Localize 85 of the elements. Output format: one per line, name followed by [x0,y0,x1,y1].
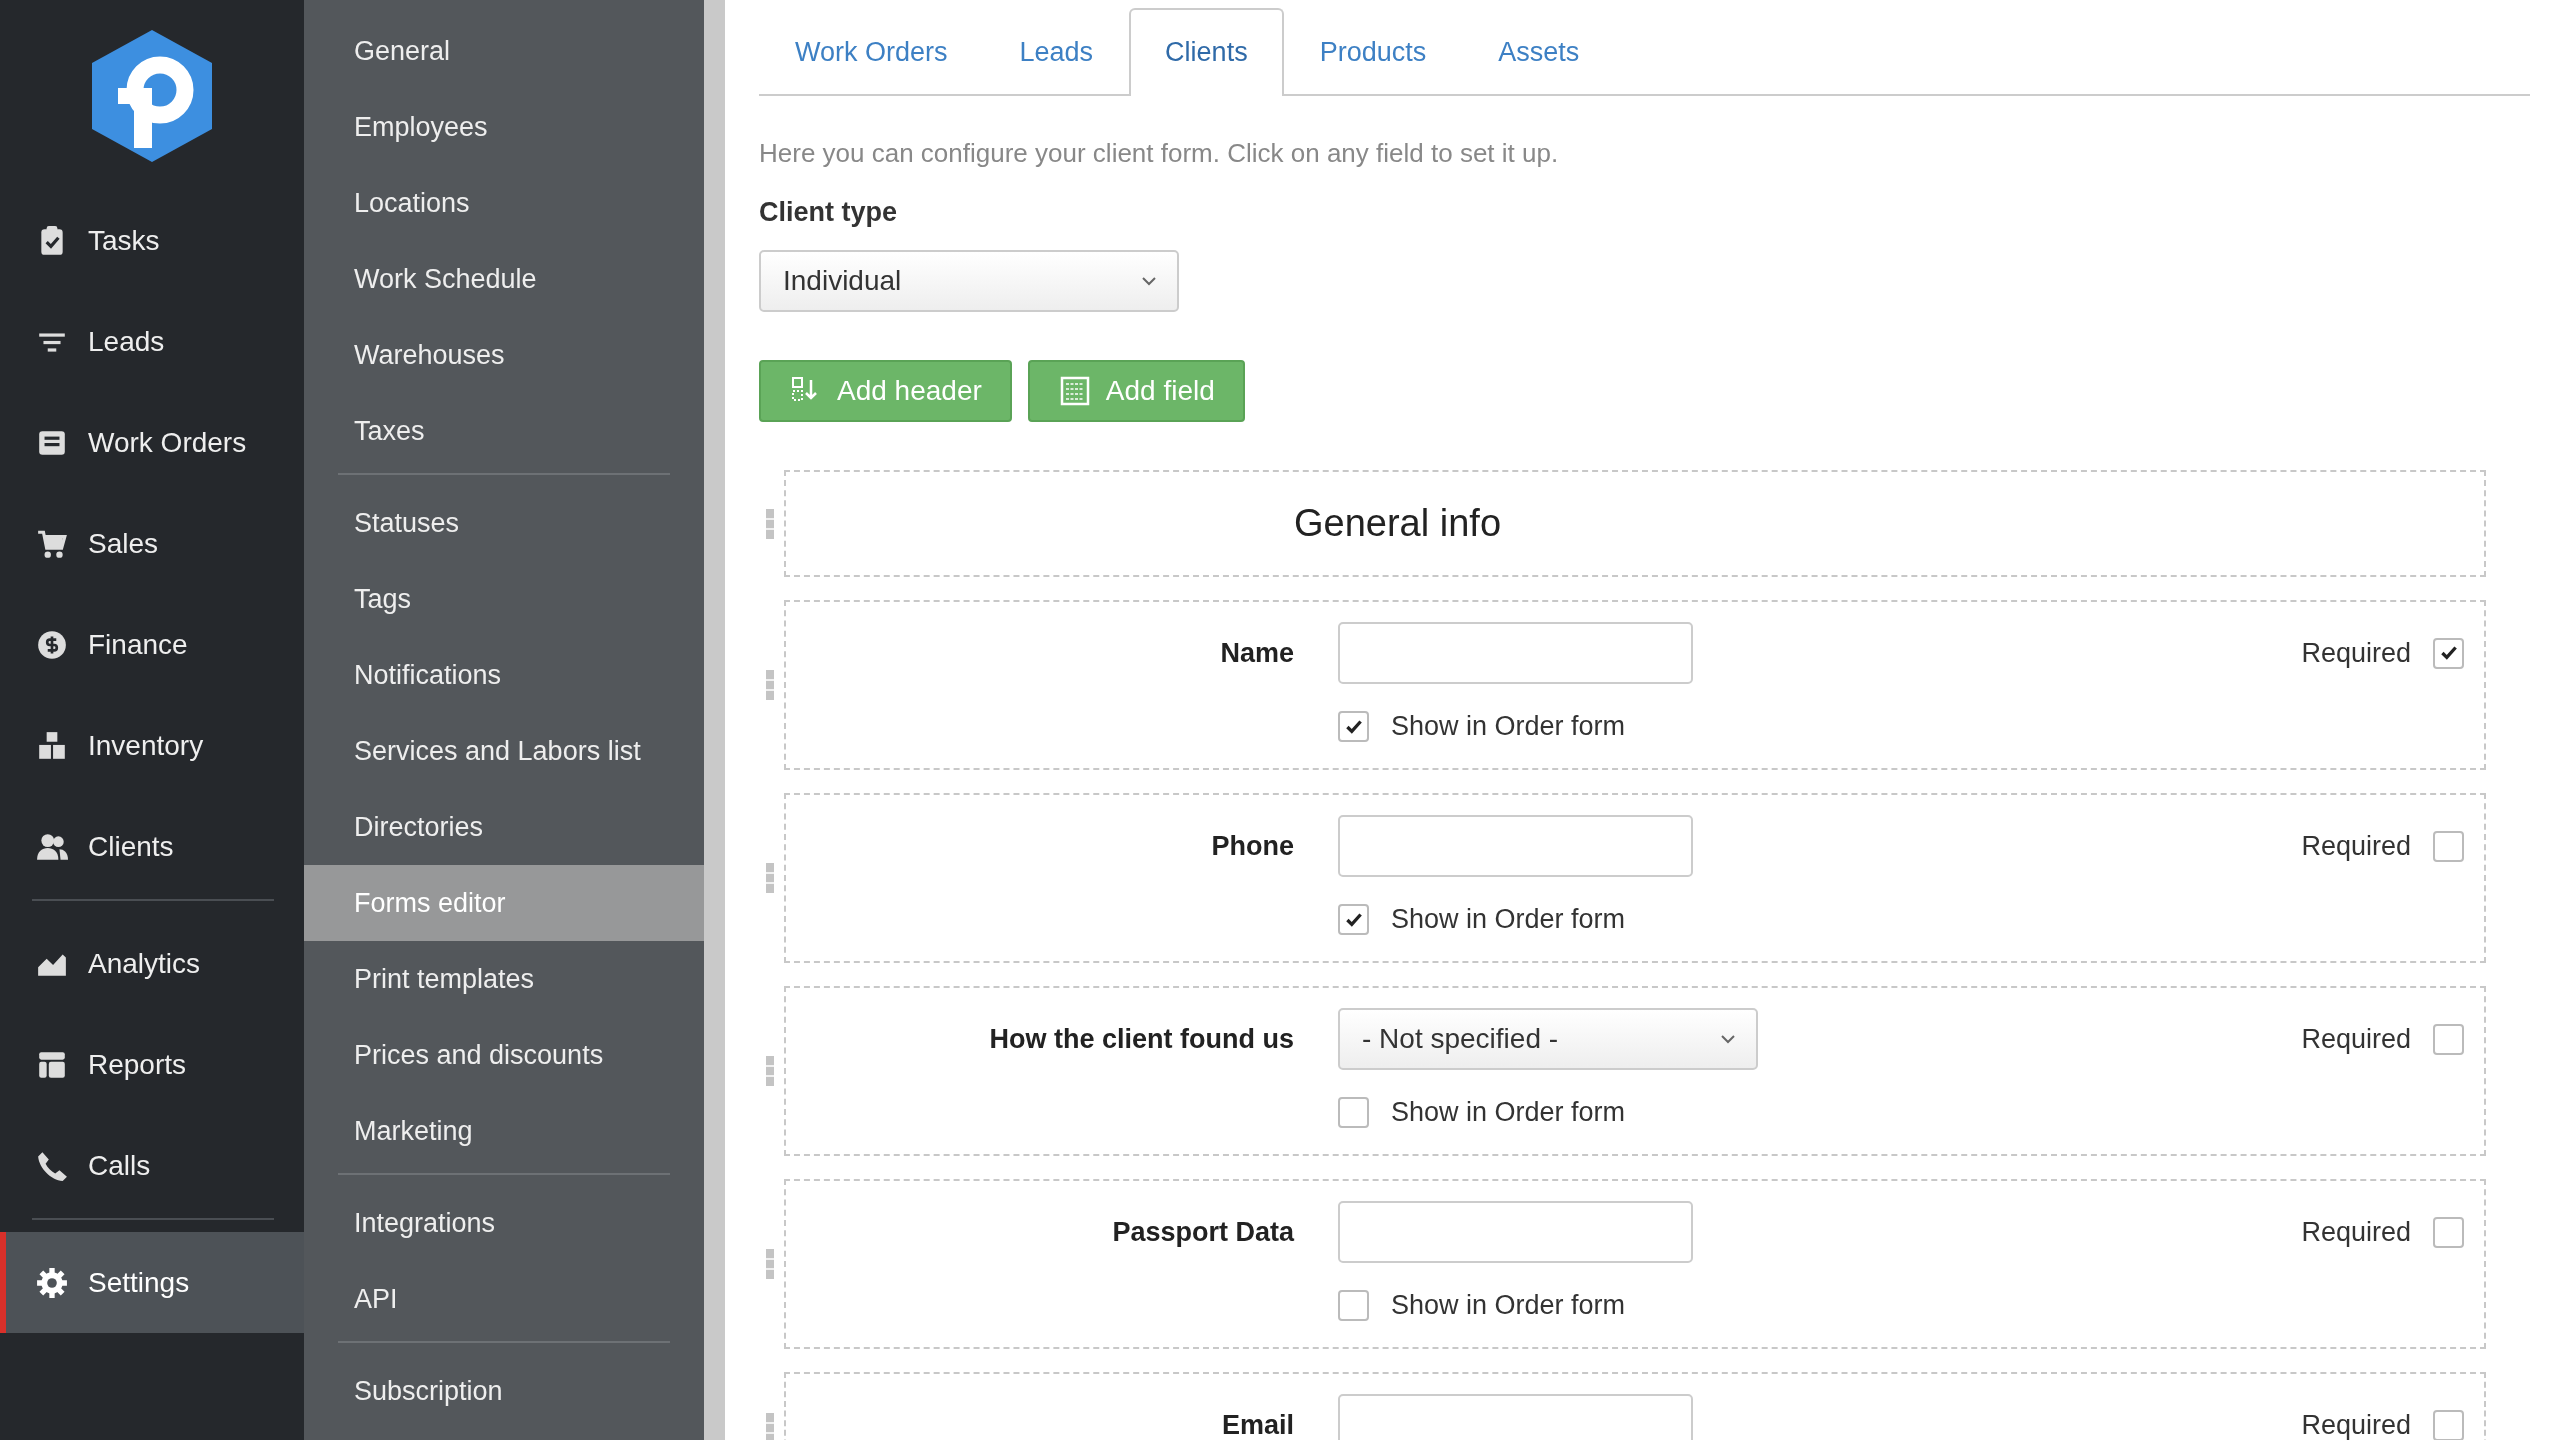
checkbox-label: Required [2301,1216,2411,1248]
checkbox[interactable] [1338,1290,1369,1321]
settings-menu-item[interactable]: Directories [304,789,704,865]
settings-menu-item[interactable]: Warehouses [304,317,704,393]
checkbox-label: Show in Order form [1391,1290,1626,1321]
settings-menu-item[interactable]: Marketing [304,1093,704,1169]
input-field[interactable] [1338,1201,1693,1263]
form-field-card[interactable]: Phone Required Show in Order form [784,793,2486,963]
checkbox[interactable] [2433,830,2464,862]
field-label: Email [1220,1409,1294,1440]
settings-menu-item[interactable]: Tags [304,561,704,637]
checkbox-label: Show in Order form [1391,711,1626,742]
nav-item[interactable]: Leads [0,291,304,392]
phone-icon [36,1149,68,1182]
field-label: Name [1219,637,1294,669]
nav-item[interactable]: Sales [0,493,304,594]
drag-handle-icon[interactable] [765,1249,775,1279]
input-field[interactable] [1338,622,1693,684]
form-field-icon [1059,376,1090,406]
form-field-card[interactable]: Passport Data Required Show in Order form [784,1179,2486,1349]
settings-menu-item[interactable]: Statuses [304,485,704,561]
field-label: How the client found us [988,1023,1294,1055]
field-label: Passport Data [1111,1216,1294,1248]
nav-item[interactable]: Calls [0,1115,304,1216]
input-field[interactable] [1338,1394,1693,1440]
checkbox[interactable] [1338,1097,1369,1128]
nav-item[interactable]: Inventory [0,695,304,796]
nav-item[interactable]: Work Orders [0,392,304,493]
nav-item[interactable]: Reports [0,1014,304,1115]
chevron-down-icon [1720,1034,1736,1044]
nav-item[interactable]: Settings [0,1232,304,1333]
drag-handle-icon[interactable] [765,508,775,539]
drag-handle-icon[interactable] [765,863,775,893]
settings-menu-item[interactable]: Integrations [304,1185,704,1261]
boxes-icon [36,729,68,762]
checkbox-label: Show in Order form [1391,904,1626,935]
form-field-card[interactable]: Name Required Show in Order form [784,600,2486,770]
tab[interactable]: Leads [983,8,1130,94]
checkbox[interactable] [1338,711,1369,742]
nav-item[interactable]: Clients [0,796,304,897]
form-field-card[interactable]: Email Required [784,1372,2486,1440]
checkbox[interactable] [2433,637,2464,669]
drag-handle-icon[interactable] [765,670,775,700]
settings-menu-item[interactable]: General [304,13,704,89]
description-text: Here you can configure your client form. Click on any field to set it up. [759,138,1560,169]
settings-menu-item[interactable]: Print templates [304,941,704,1017]
settings-menu-item[interactable]: API [304,1261,704,1337]
nav-item[interactable]: Analytics [0,913,304,1014]
section-header[interactable]: General info [784,470,2486,577]
form-field-card[interactable]: How the client found us - Not specified - Required Show in Order form [784,986,2486,1156]
tab[interactable]: Work Orders [759,8,984,94]
field-label: Client type [759,197,899,228]
checkbox-label: Required [2301,830,2411,862]
client-type-dropdown[interactable]: Individual [759,250,1179,312]
dropdown[interactable]: - Not specified - [1338,1008,1758,1070]
dollar-icon [36,628,68,661]
checkbox-label: Required [2301,1409,2411,1440]
tab[interactable]: Assets [1462,8,1616,94]
settings-menu-item[interactable]: Services and Labors list [304,713,704,789]
drag-handle-icon[interactable] [765,1413,775,1440]
settings-menu-item[interactable]: Subscription [304,1353,704,1429]
settings-menu-item[interactable]: Work Schedule [304,241,704,317]
checkbox[interactable] [2433,1023,2464,1055]
app-logo[interactable] [90,30,214,162]
scrollbar[interactable] [704,0,725,1440]
checkbox-label: Required [2301,637,2411,669]
chevron-down-icon [1141,276,1157,286]
checkbox[interactable] [2433,1409,2464,1440]
settings-icon [36,1266,68,1299]
field-label: Phone [1210,830,1294,862]
tab[interactable]: Products [1283,8,1463,94]
settings-menu-item[interactable]: Locations [304,165,704,241]
settings-menu-item[interactable]: Taxes [304,393,704,469]
drag-handle-icon[interactable] [765,1056,775,1086]
checkbox-label: Show in Order form [1391,1097,1626,1128]
nav-item[interactable]: Finance [0,594,304,695]
nav-item[interactable]: Tasks [0,190,304,291]
input-field[interactable] [1338,815,1693,877]
settings-menu-item[interactable]: Employees [304,89,704,165]
settings-menu-item[interactable]: Prices and discounts [304,1017,704,1093]
settings-menu-item[interactable]: Notifications [304,637,704,713]
tab[interactable]: Clients [1129,8,1284,96]
checkbox-label: Required [2301,1023,2411,1055]
checkbox[interactable] [1338,904,1369,935]
checkbox[interactable] [2433,1216,2464,1248]
